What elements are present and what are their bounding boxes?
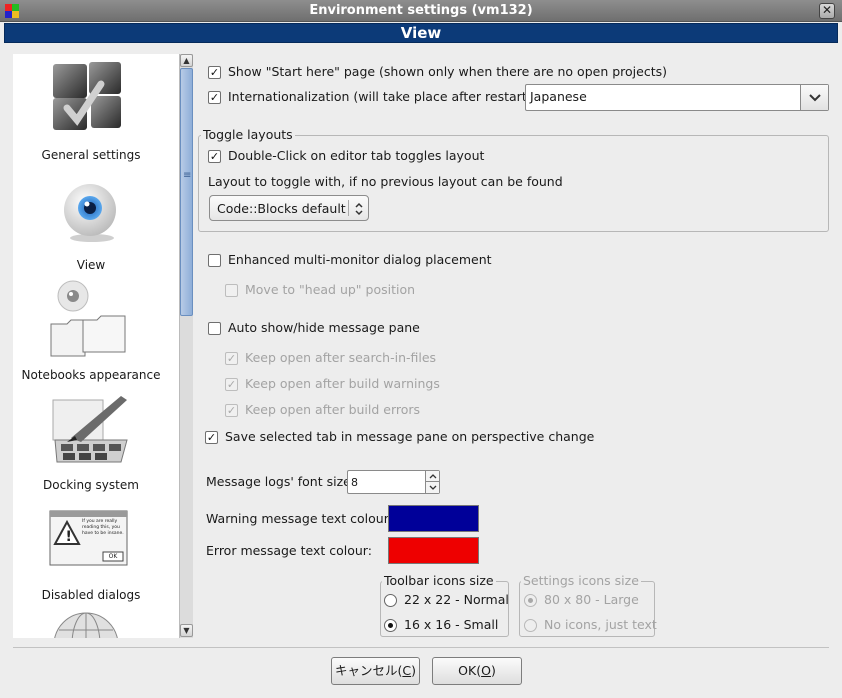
settings-icons-none-radio[interactable]: [524, 619, 537, 632]
keep-warnings-checkbox[interactable]: ✓: [225, 378, 238, 391]
toolbar-icons-title: Toolbar icons size: [382, 573, 496, 588]
font-size-label: Message logs' font size:: [206, 474, 356, 489]
cancel-button-label: キャンセル(: [334, 663, 403, 678]
head-up-checkbox[interactable]: [225, 284, 238, 297]
show-start-here-label: Show "Start here" page (shown only when …: [228, 64, 667, 79]
ok-button-label: OK(: [458, 663, 482, 678]
toggle-layouts-title: Toggle layouts: [201, 127, 295, 142]
toolbar-icons-normal-radio[interactable]: [384, 594, 397, 607]
error-colour-button[interactable]: [388, 537, 479, 564]
language-value: Japanese: [530, 89, 587, 104]
settings-icons-large-label: 80 x 80 - Large: [544, 592, 639, 607]
footer-divider: [13, 647, 829, 648]
scroll-down-icon[interactable]: ▼: [180, 624, 193, 637]
close-icon[interactable]: ✕: [819, 3, 835, 19]
font-size-value: 8: [351, 476, 358, 489]
category-list[interactable]: General settings View Notebooks appearan…: [13, 54, 179, 638]
window-title: Environment settings (vm132): [309, 3, 533, 18]
head-up-label: Move to "head up" position: [245, 282, 416, 297]
keep-errors-checkbox[interactable]: ✓: [225, 404, 238, 417]
page-title: View: [4, 23, 838, 43]
settings-icons-title: Settings icons size: [521, 573, 641, 588]
settings-icons-none-label: No icons, just text: [544, 617, 657, 632]
save-selected-tab-label: Save selected tab in message pane on per…: [225, 429, 595, 444]
svg-text:!: !: [66, 529, 72, 545]
fallback-layout-value: Code::Blocks default: [217, 201, 346, 216]
ok-button[interactable]: OK(O): [432, 657, 522, 685]
grip-icon: ≡: [183, 170, 192, 181]
language-select[interactable]: Japanese: [525, 84, 829, 111]
category-notebooks-appearance[interactable]: Notebooks appearance: [13, 368, 171, 382]
notebooks-folders-icon: [49, 280, 131, 358]
keep-search-label: Keep open after search-in-files: [245, 350, 437, 365]
toolbar-icons-small-radio[interactable]: [384, 619, 397, 632]
error-colour-label: Error message text colour:: [206, 543, 372, 558]
dialog-icon-text: If you are really reading this, you have…: [82, 519, 124, 536]
scrollbar-thumb[interactable]: ≡: [180, 68, 193, 316]
category-disabled-dialogs[interactable]: Disabled dialogs: [13, 588, 169, 602]
view-eye-icon: [61, 182, 123, 244]
language-dropdown-button[interactable]: [800, 85, 828, 110]
category-view[interactable]: View: [13, 258, 169, 272]
fallback-layout-select[interactable]: Code::Blocks default: [209, 195, 369, 221]
toolbar-icons-normal-label: 22 x 22 - Normal: [404, 592, 509, 607]
multi-monitor-label: Enhanced multi-monitor dialog placement: [228, 252, 492, 267]
keep-search-checkbox[interactable]: ✓: [225, 352, 238, 365]
category-general-settings[interactable]: General settings: [13, 148, 169, 162]
settings-icons-large-radio[interactable]: [524, 594, 537, 607]
warning-colour-label: Warning message text colour:: [206, 511, 393, 526]
warning-dialog-icon: ! If you are really reading this, you ha…: [49, 510, 129, 568]
ok-mnemonic: O: [481, 663, 491, 678]
cancel-mnemonic: C: [402, 663, 412, 678]
updown-arrows-icon: [355, 202, 363, 216]
keep-errors-label: Keep open after build errors: [245, 402, 421, 417]
multi-monitor-checkbox[interactable]: [208, 254, 221, 267]
save-selected-tab-checkbox[interactable]: ✓: [205, 431, 218, 444]
chevron-down-icon: [809, 94, 821, 102]
globe-icon: [51, 610, 121, 638]
internationalization-label: Internationalization (will take place af…: [228, 89, 532, 104]
fallback-layout-label: Layout to toggle with, if no previous la…: [208, 174, 563, 189]
keep-warnings-label: Keep open after build warnings: [245, 376, 440, 391]
font-size-spin[interactable]: 8: [347, 470, 440, 494]
dialog-icon-ok: OK: [108, 553, 118, 560]
auto-show-hide-checkbox[interactable]: [208, 322, 221, 335]
double-click-toggle-checkbox[interactable]: ✓: [208, 150, 221, 163]
docking-palette-icon: [51, 392, 131, 468]
chevron-down-icon: [429, 485, 437, 490]
general-settings-icon: [49, 58, 125, 134]
warning-colour-button[interactable]: [388, 505, 479, 532]
scroll-up-icon[interactable]: ▲: [180, 54, 193, 67]
category-list-scrollbar[interactable]: ▲ ≡ ▼: [179, 54, 193, 638]
spin-down-button[interactable]: [425, 482, 439, 493]
show-start-here-checkbox[interactable]: ✓: [208, 66, 221, 79]
cancel-button[interactable]: キャンセル(C): [331, 657, 420, 685]
auto-show-hide-label: Auto show/hide message pane: [228, 320, 420, 335]
toolbar-icons-small-label: 16 x 16 - Small: [404, 617, 499, 632]
internationalization-checkbox[interactable]: ✓: [208, 91, 221, 104]
ok-suffix: ): [490, 663, 496, 678]
double-click-toggle-label: Double-Click on editor tab toggles layou…: [228, 148, 485, 163]
chevron-up-icon: [429, 474, 437, 479]
cancel-suffix: ): [411, 663, 416, 678]
category-docking-system[interactable]: Docking system: [13, 478, 169, 492]
spin-up-button[interactable]: [425, 471, 439, 482]
